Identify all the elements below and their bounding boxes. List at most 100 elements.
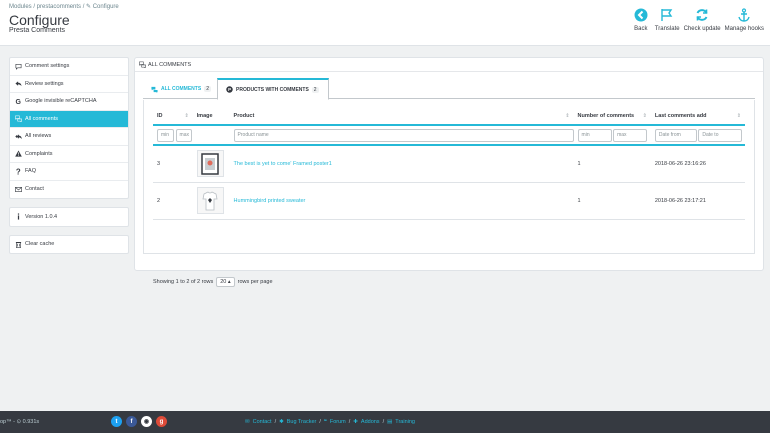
tab-all-comments[interactable]: ALL COMMENTS 2 xyxy=(143,79,215,99)
sidebar-item-comment-settings[interactable]: Comment settings xyxy=(10,58,128,76)
row-date: 2018-06-26 23:17:21 xyxy=(650,182,745,220)
tab-count-badge: 2 xyxy=(311,86,319,93)
rows-per-page-select[interactable]: 20 ▴ xyxy=(216,277,235,287)
sidebar-item-all-reviews[interactable]: All reviews xyxy=(10,128,128,146)
column-header-product[interactable]: Product ⇕ xyxy=(229,108,574,126)
toolbar: Back Translate Check update Manage hooks xyxy=(629,8,766,32)
translate-button[interactable]: Translate xyxy=(653,8,682,32)
sidebar-item-recaptcha[interactable]: G Google invisible reCAPTCHA xyxy=(10,93,128,111)
products-table: ID ⇕ Image Product ⇕ Number of comments ⇕ L… xyxy=(153,108,745,220)
clear-cache-button[interactable]: Clear cache xyxy=(10,236,128,254)
page-subtitle: Presta Comments xyxy=(9,27,66,34)
product-thumbnail xyxy=(196,187,224,214)
version-box: Version 1.0.4 xyxy=(9,207,129,227)
product-link[interactable]: The best is yet to come' Framed poster1 xyxy=(234,161,332,167)
footer-link-bug-tracker[interactable]: Bug Tracker xyxy=(287,419,317,425)
date-to-input[interactable]: Date to xyxy=(698,128,743,142)
back-icon xyxy=(634,8,648,22)
bug-icon: ✱ xyxy=(279,419,284,425)
version-label: Version 1.0.4 xyxy=(25,213,58,220)
id-max-input[interactable]: max xyxy=(175,128,192,142)
version-info: Version 1.0.4 xyxy=(10,208,128,226)
breadcrumb[interactable]: Modules / prestacomments / ✎ Configure xyxy=(9,3,119,10)
flag-icon xyxy=(661,9,673,21)
rows-per-page-label: rows per page xyxy=(237,279,273,285)
sidebar-item-label: All comments xyxy=(25,115,59,122)
github-icon[interactable]: ◉ xyxy=(141,416,152,427)
google-plus-icon[interactable]: g xyxy=(156,416,167,427)
sidebar-item-label: Comment settings xyxy=(25,63,70,70)
separator: / xyxy=(382,419,385,425)
product-circle-icon: P xyxy=(226,86,233,93)
sidebar-item-all-comments[interactable]: All comments xyxy=(10,110,128,128)
comments-min-input[interactable]: min xyxy=(577,128,612,142)
row-comment-count: 1 xyxy=(573,145,651,183)
comments-icon xyxy=(139,61,146,68)
sort-icon[interactable]: ⇕ xyxy=(184,113,188,119)
warning-icon xyxy=(15,150,22,157)
twitter-icon[interactable]: t xyxy=(111,416,122,427)
tab-count-badge: 2 xyxy=(204,86,211,92)
table-row[interactable]: 3 The best is yet to come' Framed poster… xyxy=(153,145,745,183)
table-row[interactable]: 2 Hummingbird printed sweater 1 2018-06-… xyxy=(153,182,745,220)
column-header-number-of-comments[interactable]: Number of comments ⇕ xyxy=(573,108,651,126)
comment-icon xyxy=(15,63,22,70)
tab-label: PRODUCTS WITH COMMENTS xyxy=(236,86,309,93)
sidebar-item-faq[interactable]: ? FAQ xyxy=(10,163,128,181)
sort-icon[interactable]: ⇕ xyxy=(737,113,741,119)
row-id: 2 xyxy=(153,182,193,220)
manage-hooks-button[interactable]: Manage hooks xyxy=(723,8,766,32)
sidebar-item-review-settings[interactable]: Review settings xyxy=(10,76,128,93)
back-button[interactable]: Back xyxy=(629,8,653,32)
panel-heading: ALL COMMENTS xyxy=(135,58,763,72)
page-title: Configure xyxy=(9,12,70,28)
pagination-summary: Showing 1 to 2 of 2 rows xyxy=(153,279,214,285)
tab-products-with-comments[interactable]: P PRODUCTS WITH COMMENTS 2 xyxy=(217,78,329,100)
check-update-button[interactable]: Check update xyxy=(682,8,723,32)
question-icon: ? xyxy=(16,168,21,175)
footer-links: ✉ Contact / ✱ Bug Tracker / ❝ Forum / ✚ Addons /… xyxy=(245,419,415,425)
footer-version: op™ - ⊙ 0.931s xyxy=(0,419,40,425)
svg-text:G: G xyxy=(15,99,21,105)
sidebar-item-complaints[interactable]: Complaints xyxy=(10,146,128,163)
pagination: Showing 1 to 2 of 2 rows 20 ▴ rows per p… xyxy=(153,277,273,287)
separator: / xyxy=(274,419,277,425)
column-header-id[interactable]: ID ⇕ xyxy=(153,108,193,126)
facebook-icon[interactable]: f xyxy=(126,416,137,427)
tabs-bar: ALL COMMENTS 2 P PRODUCTS WITH COMMENTS … xyxy=(143,77,755,100)
id-min-input[interactable]: min xyxy=(157,128,174,142)
comments-panel: ALL COMMENTS ALL COMMENTS 2 P PRODUCTS W… xyxy=(134,57,764,287)
sidebar-item-label: All reviews xyxy=(25,133,52,140)
row-id: 3 xyxy=(153,145,193,183)
sidebar-item-label: FAQ xyxy=(25,168,37,175)
reply-icon xyxy=(15,81,22,87)
book-icon: ▤ xyxy=(387,419,393,425)
manage-hooks-label: Manage hooks xyxy=(724,26,764,32)
panel-title: ALL COMMENTS xyxy=(148,61,192,68)
caret-down-icon: ▴ xyxy=(227,279,231,285)
product-link[interactable]: Hummingbird printed sweater xyxy=(234,198,306,204)
tab-label: ALL COMMENTS xyxy=(161,86,202,92)
sidebar-item-contact[interactable]: Contact xyxy=(10,181,128,199)
column-header-last-comments-add[interactable]: Last comments add ⇕ xyxy=(650,108,745,126)
footer-link-forum[interactable]: Forum xyxy=(330,419,346,425)
back-label: Back xyxy=(634,26,648,32)
date-from-input[interactable]: Date from xyxy=(654,128,697,142)
sort-icon[interactable]: ⇕ xyxy=(643,113,647,119)
social-links: t f ◉ g xyxy=(111,416,167,427)
envelope-icon: ✉ xyxy=(245,419,250,425)
comments-max-input[interactable]: max xyxy=(613,128,648,142)
product-name-input[interactable]: Product name xyxy=(233,128,574,142)
footer-link-training[interactable]: Training xyxy=(395,419,415,425)
puzzle-icon: ✚ xyxy=(353,419,358,425)
sort-icon[interactable]: ⇕ xyxy=(565,113,569,119)
footer-link-contact[interactable]: Contact xyxy=(253,419,272,425)
clear-cache-label: Clear cache xyxy=(25,241,55,248)
sidebar-item-label: Contact xyxy=(25,186,44,193)
svg-text:?: ? xyxy=(16,168,21,175)
comments-icon xyxy=(15,115,22,123)
check-update-label: Check update xyxy=(683,26,721,32)
sidebar: Comment settings Review settings G Googl… xyxy=(9,57,129,262)
footer-link-addons[interactable]: Addons xyxy=(361,419,380,425)
page-header: Modules / prestacomments / ✎ Configure C… xyxy=(0,0,770,46)
